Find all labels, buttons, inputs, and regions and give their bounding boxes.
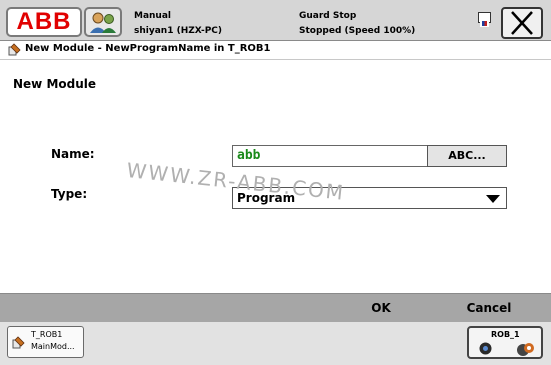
page-heading: New Module — [13, 77, 97, 91]
window-title: New Module - NewProgramName in T_ROB1 — [25, 43, 271, 54]
command-bar: OK Cancel — [0, 293, 551, 322]
window-title-bar: New Module - NewProgramName in T_ROB1 — [0, 41, 551, 60]
flexpendant-screen: ABB Manual shiyan1 (HZX-PC) Guard Stop S… — [0, 0, 551, 365]
quickset-button[interactable]: ROB_1 — [467, 326, 543, 359]
close-button[interactable] — [501, 7, 543, 39]
event-flag-icon[interactable] — [478, 12, 491, 27]
run-state: Stopped (Speed 100%) — [299, 26, 416, 36]
type-label: Type: — [51, 187, 88, 201]
dropdown-arrow-icon — [486, 195, 500, 203]
abb-menu-button[interactable]: ABB — [6, 7, 82, 37]
task-name: T_ROB1 — [31, 330, 63, 339]
ok-button[interactable]: OK — [343, 294, 419, 322]
station-name: shiyan1 (HZX-PC) — [134, 26, 223, 36]
speed-icon — [517, 343, 534, 356]
module-name-input[interactable]: abb — [232, 145, 428, 167]
task-module: MainMod... — [31, 342, 75, 351]
quickset-unit-label: ROB_1 — [491, 330, 520, 339]
task-bar: T_ROB1 MainMod... ROB_1 — [0, 322, 551, 365]
operating-mode: Manual — [134, 11, 172, 21]
keyboard-button[interactable]: ABC... — [427, 145, 507, 167]
cancel-button[interactable]: Cancel — [443, 294, 535, 322]
abb-logo-text: ABB — [16, 8, 72, 35]
task-program-editor-button[interactable]: T_ROB1 MainMod... — [7, 326, 84, 358]
robot-unit-icon — [479, 342, 492, 355]
guard-state: Guard Stop — [299, 11, 357, 21]
close-icon — [511, 11, 533, 35]
users-icon[interactable] — [84, 7, 122, 37]
program-editor-icon — [12, 336, 25, 349]
status-area[interactable]: Manual shiyan1 (HZX-PC) Guard Stop Stopp… — [127, 9, 498, 37]
top-bar: ABB Manual shiyan1 (HZX-PC) Guard Stop S… — [0, 0, 551, 41]
name-label: Name: — [51, 147, 95, 161]
program-editor-icon — [8, 43, 21, 56]
